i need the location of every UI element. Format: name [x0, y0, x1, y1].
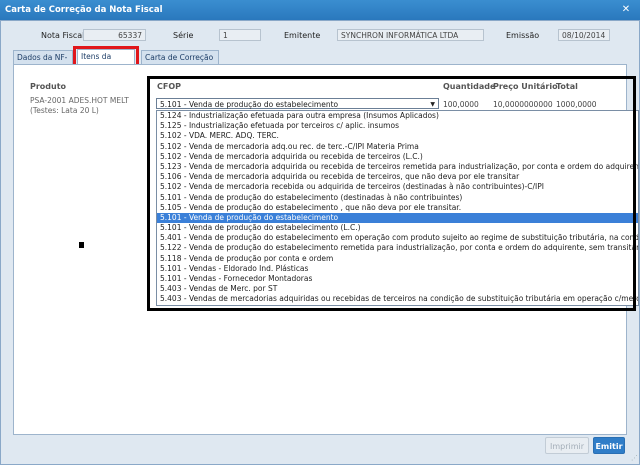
tab-carta-correcao[interactable]: Carta de Correção: [141, 50, 219, 64]
produto-line2: (Testes: Lata 20 L): [30, 106, 99, 115]
nota-fiscal-label: Nota Fiscal: [41, 31, 85, 40]
window-title: Carta de Correção da Nota Fiscal: [5, 5, 163, 15]
nota-fiscal-field: 65337: [83, 29, 146, 41]
resize-grip-icon[interactable]: ⋰: [631, 454, 638, 462]
emitente-label: Emitente: [284, 31, 321, 40]
emitente-field: SYNCHRON INFORMÁTICA LTDA: [337, 29, 484, 41]
annotation-frame: [147, 76, 636, 311]
produto-cell: PSA-2001 ADES.HOT MELT (Testes: Lata 20 …: [30, 96, 129, 116]
serie-label: Série: [173, 31, 194, 40]
serie-field: 1: [219, 29, 261, 41]
close-icon[interactable]: ✕: [618, 2, 634, 18]
emissao-label: Emissão: [506, 31, 540, 40]
emissao-field: 08/10/2014: [558, 29, 610, 41]
emitir-button[interactable]: Emitir: [593, 437, 625, 454]
produto-line1: PSA-2001 ADES.HOT MELT: [30, 96, 129, 105]
title-bar: Carta de Correção da Nota Fiscal ✕: [0, 0, 640, 20]
cursor-marker: [79, 242, 84, 248]
imprimir-button[interactable]: Imprimir: [545, 437, 589, 454]
tab-dados-nfe[interactable]: Dados da NF-e: [13, 50, 73, 76]
col-produto: Produto: [30, 82, 67, 91]
